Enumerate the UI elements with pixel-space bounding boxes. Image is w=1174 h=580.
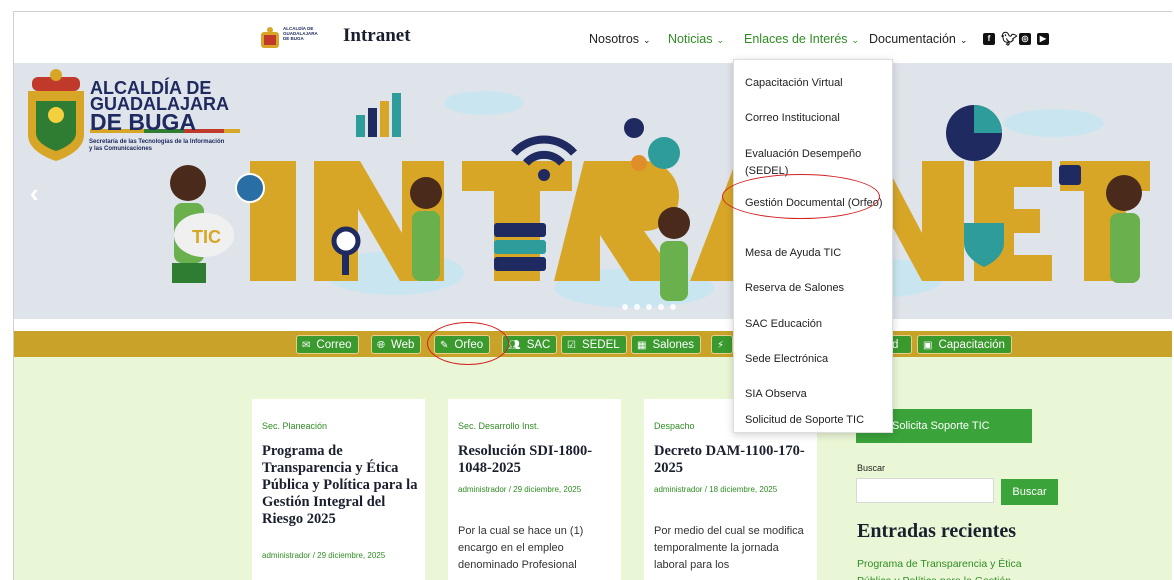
quick-links-bar: ✉ Correo 🌐︎ Web ✎ Orfeo 👥︎ SAC ☑ SEDEL ▦ Salon…: [14, 331, 1172, 357]
chevron-down-icon: ⌄: [959, 35, 968, 45]
brand-subtitle: Secretaría de las Tecnologías de la Info…: [89, 139, 225, 152]
post-meta[interactable]: administrador / 29 diciembre, 2025: [458, 484, 608, 495]
quick-link-label: Salones: [652, 339, 695, 351]
nav-enlaces-de-interes[interactable]: Enlaces de Interés ⌄: [744, 32, 859, 46]
building-icon: ▦: [637, 340, 647, 351]
post-category[interactable]: Despacho: [654, 421, 695, 431]
post-title[interactable]: Decreto DAM-1100-170-2025: [654, 443, 810, 477]
lightning-icon: ⚡︎: [717, 340, 725, 351]
chevron-down-icon: ⌄: [716, 35, 725, 45]
dropdown-item-correo-institucional[interactable]: Correo Institucional: [745, 110, 891, 127]
quick-link-web[interactable]: 🌐︎ Web: [371, 335, 422, 354]
support-button-label: Solicita Soporte TIC: [892, 420, 990, 432]
post-excerpt: Por la cual se hace un (1) encargo en el…: [458, 525, 584, 571]
chevron-down-icon: ⌄: [643, 35, 651, 45]
post-card[interactable]: Sec. Desarrollo Inst. Resolución SDI-180…: [448, 399, 621, 580]
site-title[interactable]: Intranet: [343, 25, 411, 47]
dropdown-item-solicitud-soporte[interactable]: Solicitud de Soporte TIC: [745, 412, 891, 429]
quick-link-salones[interactable]: ▦ Salones: [631, 335, 702, 354]
instagram-icon[interactable]: ◎: [1019, 33, 1031, 45]
nav-label: Nosotros: [589, 32, 640, 46]
search-label: Buscar: [857, 463, 886, 473]
people-icon: 👥︎: [508, 340, 521, 351]
dropdown-item-sia-observa[interactable]: SIA Observa: [745, 386, 891, 403]
quick-link-sac[interactable]: 👥︎ SAC: [502, 335, 558, 354]
dropdown-item-mesa-de-ayuda[interactable]: Mesa de Ayuda TIC: [745, 245, 891, 262]
nav-label: Documentación: [869, 32, 956, 46]
search-button[interactable]: Buscar: [1001, 479, 1058, 505]
quick-link-label: Web: [391, 339, 415, 351]
hero-slider[interactable]: TIC ALCALDÍA DE GUADALAJARA DE BUGA Secr…: [14, 63, 1172, 319]
quick-link-label: Capacitación: [938, 339, 1005, 351]
tic-sign-text: TIC: [192, 227, 221, 247]
enlaces-dropdown-menu: Capacitación Virtual Correo Instituciona…: [733, 59, 893, 433]
nav-documentacion[interactable]: Documentación ⌄: [869, 32, 967, 46]
quick-link-label: Orfeo: [454, 339, 484, 351]
post-card[interactable]: Sec. Planeación Programa de Transparenci…: [252, 399, 425, 580]
twitter-icon[interactable]: 🐦︎: [1001, 32, 1018, 45]
recent-posts-heading: Entradas recientes: [857, 520, 1017, 542]
quick-link-sedel[interactable]: ☑ SEDEL: [561, 335, 627, 354]
quick-link-label: SEDEL: [581, 339, 620, 351]
teacher-icon: ▣: [923, 340, 933, 351]
facebook-icon[interactable]: f: [983, 33, 995, 45]
header-logo-text: ALCALDÍA DE GUADALAJARA DE BUGA: [283, 26, 318, 41]
browser-page: ALCALDÍA DE GUADALAJARA DE BUGA Intranet…: [13, 11, 1172, 580]
quick-link-correo[interactable]: ✉ Correo: [296, 335, 359, 354]
slider-prev-arrow-icon[interactable]: ‹: [30, 178, 39, 209]
post-title[interactable]: Resolución SDI-1800-1048-2025: [458, 443, 614, 477]
dropdown-item-gestion-documental[interactable]: Gestión Documental (Orfeo): [745, 195, 891, 212]
dropdown-item-sac-educacion[interactable]: SAC Educación: [745, 316, 891, 333]
dropdown-item-evaluacion-desempeno[interactable]: Evaluación Desempeño (SEDEL): [745, 146, 891, 180]
quick-link-label: SAC: [526, 339, 551, 351]
municipal-shield-icon[interactable]: [258, 26, 282, 50]
quick-link-capacitacion[interactable]: ▣ Capacitación: [917, 335, 1012, 354]
post-excerpt: Por medio del cual se modifica temporalm…: [654, 525, 804, 571]
nav-label: Enlaces de Interés: [744, 32, 848, 46]
nav-noticias[interactable]: Noticias ⌄: [668, 32, 724, 46]
nav-label: Noticias: [668, 32, 713, 46]
quick-link-partial[interactable]: d: [892, 335, 912, 354]
site-header: ALCALDÍA DE GUADALAJARA DE BUGA Intranet…: [14, 12, 1172, 63]
dropdown-item-capacitacion-virtual[interactable]: Capacitación Virtual: [745, 75, 891, 92]
brand-line-3: DE BUGA: [90, 109, 197, 135]
post-category[interactable]: Sec. Desarrollo Inst.: [458, 421, 539, 431]
dropdown-item-sede-electronica[interactable]: Sede Electrónica: [745, 351, 891, 368]
post-category[interactable]: Sec. Planeación: [262, 421, 327, 431]
chevron-down-icon: ⌄: [851, 35, 860, 45]
post-meta[interactable]: administrador / 18 diciembre, 2025: [654, 484, 804, 495]
post-title[interactable]: Programa de Transparencia y Ética Públic…: [262, 443, 418, 528]
quick-link-orfeo[interactable]: ✎ Orfeo: [434, 335, 491, 354]
quick-link-hidden[interactable]: ⚡︎: [711, 335, 733, 354]
search-input[interactable]: [856, 478, 994, 503]
mail-icon: ✉: [302, 340, 311, 351]
quick-link-label: Correo: [316, 339, 352, 351]
main-content: Sec. Planeación Programa de Transparenci…: [14, 357, 1172, 580]
dropdown-item-reserva-de-salones[interactable]: Reserva de Salones: [745, 280, 891, 297]
youtube-icon[interactable]: ▶: [1037, 33, 1049, 45]
clipboard-check-icon: ☑: [567, 340, 576, 351]
recent-post-link[interactable]: Programa de Transparencia y Ética Públic…: [857, 556, 1047, 580]
document-edit-icon: ✎: [440, 340, 449, 351]
globe-icon: 🌐︎: [377, 340, 385, 351]
nav-nosotros[interactable]: Nosotros ⌄: [589, 32, 651, 46]
post-meta[interactable]: administrador / 29 diciembre, 2025: [262, 550, 412, 561]
